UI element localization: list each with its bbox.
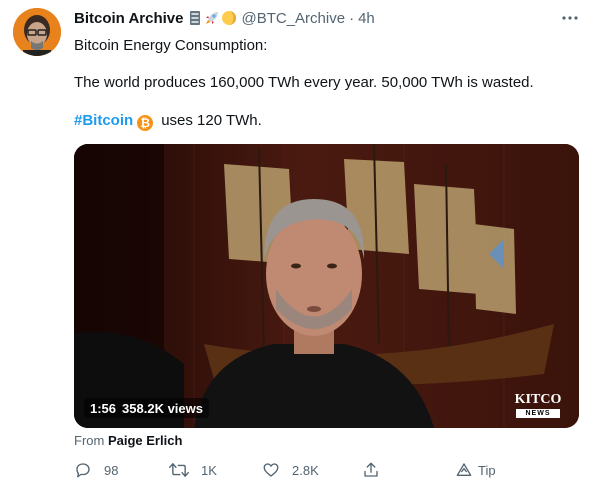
tweet-text-line-2: The world produces 160,000 TWh every yea… [74, 74, 534, 91]
reply-icon [76, 463, 90, 478]
kitco-brand: KITCO [514, 392, 562, 407]
video-player[interactable]: 1:56 358.2K views KITCO NEWS [74, 144, 579, 428]
kitco-logo: KITCO NEWS [514, 393, 562, 418]
author-name[interactable]: Bitcoin Archive [74, 10, 183, 27]
tweet-text-line-3-rest: uses 120 TWh. [161, 112, 262, 129]
video-stats: 1:56 358.2K views [84, 398, 209, 418]
retweet-button[interactable]: 1K [169, 459, 217, 481]
more-options-button[interactable] [560, 8, 580, 28]
retweet-count: 1K [201, 462, 217, 478]
author-handle[interactable]: @BTC_Archive [241, 10, 345, 27]
rocket-icon [204, 10, 220, 26]
reply-count: 98 [104, 462, 119, 478]
avatar[interactable] [13, 8, 61, 56]
tweet-text-line-3: #Bitcoin ₿ uses 120 TWh. [74, 111, 262, 131]
video-views: 358.2K views [122, 400, 203, 416]
like-button[interactable]: 2.8K [262, 459, 319, 481]
source-prefix: From [74, 433, 105, 448]
tip-icon [456, 463, 472, 476]
action-bar: 98 1K 2.8K Tip [74, 459, 579, 481]
tip-label: Tip [478, 462, 496, 478]
bitcoin-icon: ₿ [137, 115, 154, 131]
tip-button[interactable]: Tip [456, 459, 496, 481]
tweet-header: Bitcoin Archive @BTC_Archive · 4h [74, 8, 375, 28]
like-count: 2.8K [292, 462, 319, 478]
share-icon [364, 462, 378, 477]
reply-button[interactable]: 98 [74, 459, 118, 481]
source-name[interactable]: Paige Erlich [108, 433, 182, 448]
retweet-icon [169, 463, 189, 477]
more-icon [562, 16, 578, 20]
media-source: From Paige Erlich [74, 433, 182, 448]
tweet-time[interactable]: 4h [358, 10, 375, 27]
header-separator: · [349, 9, 355, 27]
moon-icon [221, 10, 237, 26]
kitco-news: NEWS [516, 409, 560, 418]
video-duration: 1:56 [90, 400, 117, 416]
author-badges [187, 10, 237, 26]
tweet-card[interactable]: Bitcoin Archive @BTC_Archive · 4h Bitcoi… [0, 0, 593, 491]
share-button[interactable] [362, 459, 380, 481]
heart-icon [263, 463, 279, 477]
tweet-text-line-1: Bitcoin Energy Consumption: [74, 37, 268, 54]
hashtag-bitcoin[interactable]: #Bitcoin [74, 112, 133, 129]
video-frame [74, 144, 579, 428]
server-icon [187, 10, 203, 26]
